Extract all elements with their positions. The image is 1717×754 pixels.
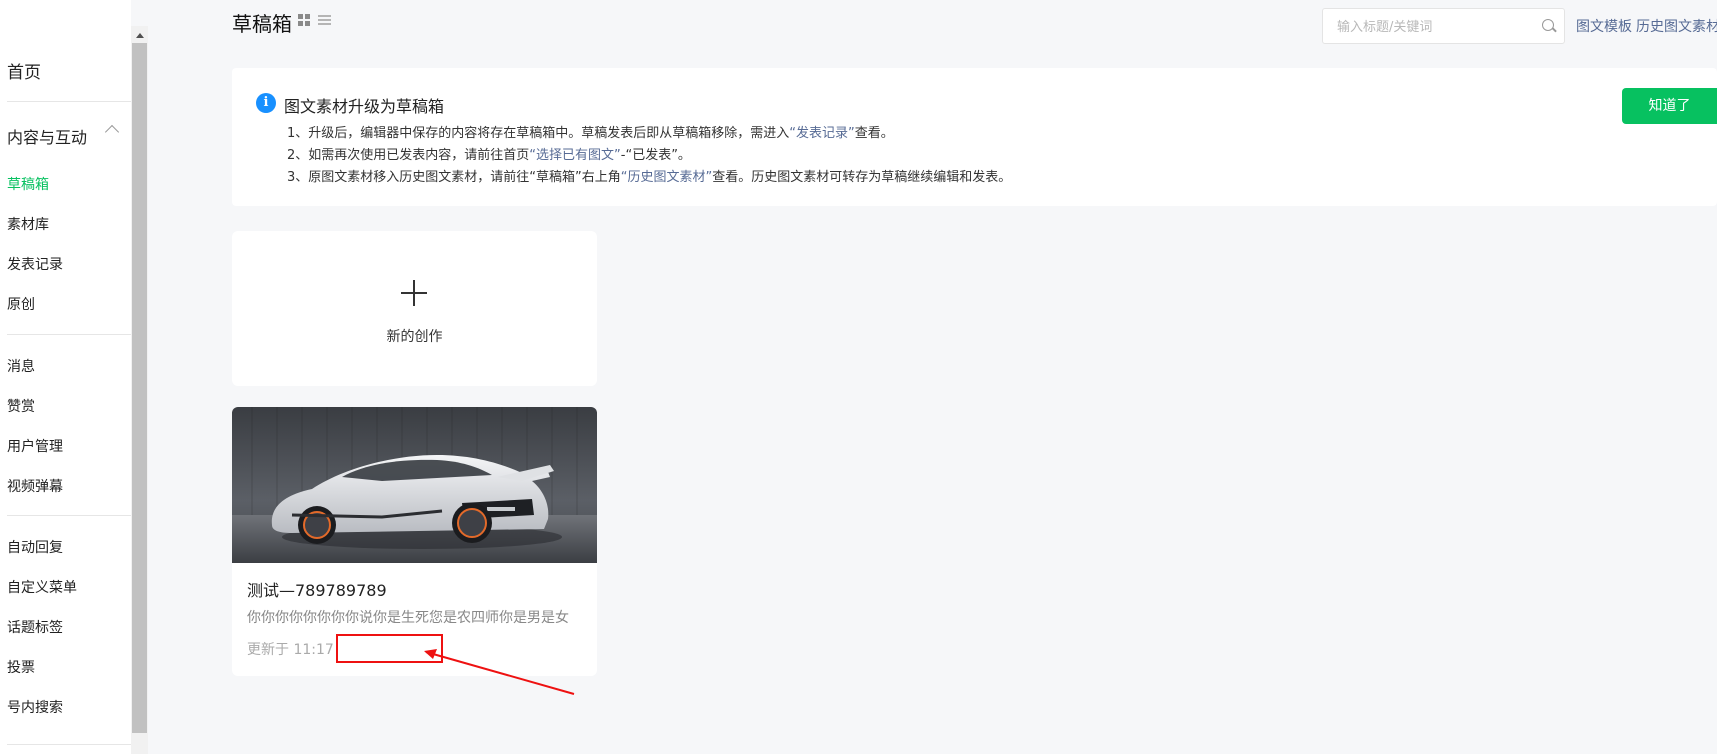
sidebar-item-video-danmaku[interactable]: 视频弹幕	[7, 476, 63, 496]
info-icon: i	[256, 93, 276, 113]
sidebar-item-original[interactable]: 原创	[7, 294, 35, 314]
draft-cover-image	[232, 407, 597, 563]
grid-view-icon[interactable]	[298, 14, 310, 26]
list-view-icon[interactable]	[318, 14, 331, 26]
draft-updated-time: 更新于 11:17	[247, 642, 334, 658]
sidebar-item-home[interactable]: 首页	[7, 58, 41, 83]
plus-icon	[401, 280, 427, 306]
sidebar-item-in-account-search[interactable]: 号内搜索	[7, 697, 63, 717]
new-creation-card[interactable]: 新的创作	[232, 231, 597, 386]
notice-title: 图文素材升级为草稿箱	[284, 97, 445, 116]
search-icon[interactable]	[1541, 18, 1557, 34]
select-existing-link[interactable]: “选择已有图文”	[529, 148, 620, 163]
sidebar-item-auto-reply[interactable]: 自动回复	[7, 537, 63, 557]
page-title: 草稿箱	[232, 12, 292, 36]
notice-line-2-tail: -“已发表”。	[620, 148, 691, 163]
app-root: 首页 内容与互动 草稿箱 素材库 发表记录 原创 消息 赞赏 用户管理 视频弹幕…	[0, 0, 1717, 754]
draft-digest: 你你你你你你你你说你是生死您是农四师你是男是女	[247, 610, 569, 626]
notice-line-3: 3、原图文素材移入历史图文素材，请前往“草稿箱”右上角“历史图文素材”查看。历史…	[287, 166, 1011, 185]
sidebar-divider	[7, 744, 131, 745]
sidebar-divider	[7, 515, 131, 516]
notice-line-3-tail: 查看。历史图文素材可转存为草稿继续编辑和发表。	[712, 170, 1012, 185]
upgrade-notice: i 图文素材升级为草稿箱 1、升级后，编辑器中保存的内容将存在草稿箱中。草稿发表…	[232, 68, 1717, 206]
sidebar-item-users[interactable]: 用户管理	[7, 436, 63, 456]
sidebar-group-content[interactable]: 内容与互动	[7, 124, 87, 148]
template-link[interactable]: 图文模板	[1576, 16, 1632, 36]
sidebar-item-publish-records[interactable]: 发表记录	[7, 254, 63, 274]
sidebar-item-vote[interactable]: 投票	[7, 657, 35, 677]
notice-line-2-text: 2、如需再次使用已发表内容，请前往首页	[287, 148, 530, 163]
history-materials-inline-link[interactable]: “历史图文素材”	[621, 170, 712, 185]
notice-line-1: 1、升级后，编辑器中保存的内容将存在草稿箱中。草稿发表后即从草稿箱移除，需进入“…	[287, 122, 894, 141]
sidebar-item-messages[interactable]: 消息	[7, 356, 35, 376]
notice-line-1-tail: 查看。	[854, 126, 894, 141]
sidebar-item-topic-tags[interactable]: 话题标签	[7, 617, 63, 637]
sidebar-divider	[7, 334, 131, 335]
draft-title: 测试—789789789	[247, 581, 387, 600]
scroll-up-arrow-icon[interactable]	[131, 26, 148, 43]
sidebar-scrollbar-thumb[interactable]	[132, 43, 147, 733]
new-creation-label: 新的创作	[386, 329, 443, 345]
search-input[interactable]	[1337, 18, 1527, 36]
chevron-up-icon[interactable]	[104, 124, 120, 140]
notice-line-3-text: 3、原图文素材移入历史图文素材，请前往“草稿箱”右上角	[287, 170, 621, 185]
sidebar-item-materials[interactable]: 素材库	[7, 214, 49, 234]
search-box	[1322, 8, 1565, 44]
notice-line-2: 2、如需再次使用已发表内容，请前往首页“选择已有图文”-“已发表”。	[287, 144, 691, 163]
notice-line-1-text: 1、升级后，编辑器中保存的内容将存在草稿箱中。草稿发表后即从草稿箱移除，需进入	[287, 126, 790, 141]
got-it-button[interactable]: 知道了	[1622, 88, 1717, 124]
sidebar-item-rewards[interactable]: 赞赏	[7, 396, 35, 416]
sidebar: 首页 内容与互动 草稿箱 素材库 发表记录 原创 消息 赞赏 用户管理 视频弹幕…	[0, 0, 131, 754]
sidebar-item-custom-menu[interactable]: 自定义菜单	[7, 577, 77, 597]
publish-records-link[interactable]: “发表记录”	[789, 126, 854, 141]
annotation-arrow	[424, 649, 575, 695]
sidebar-item-drafts[interactable]: 草稿箱	[7, 174, 49, 194]
history-materials-link[interactable]: 历史图文素材	[1636, 16, 1717, 36]
sidebar-divider	[7, 101, 131, 102]
